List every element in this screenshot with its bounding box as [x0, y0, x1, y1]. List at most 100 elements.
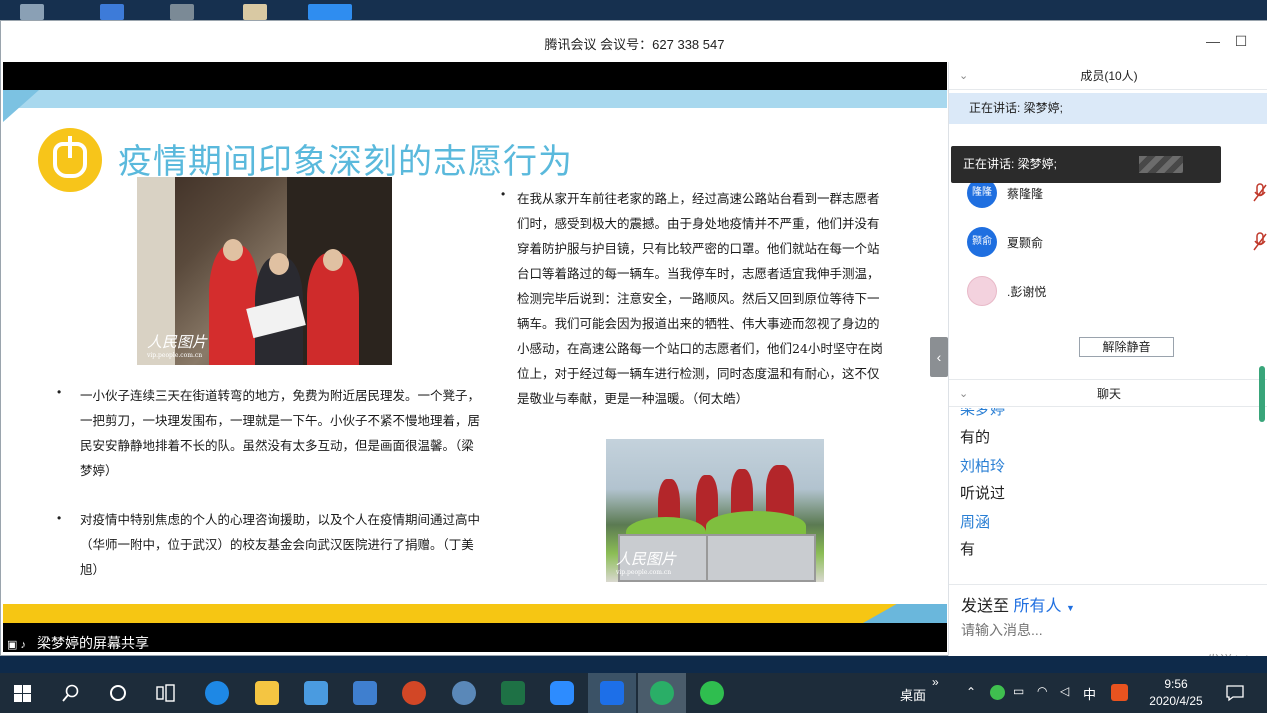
maximize-button[interactable]: ☐ [1231, 31, 1251, 51]
desktop-background [0, 0, 1267, 20]
person-head [223, 239, 243, 261]
chat-header-label: 聊天 [1096, 387, 1121, 401]
chat-sender: 刘柏玲 [960, 458, 1006, 475]
zoom-icon[interactable] [550, 681, 574, 705]
member-name: 夏颢俞 [1007, 236, 1044, 250]
volume-icon[interactable]: ◁ [1060, 684, 1069, 698]
shared-screen: 疫情期间印象深刻的志愿行为 人民图片 vip.people.com.cn • 在我… [3, 62, 947, 652]
send-to-label: 发送至 [961, 598, 1010, 615]
chat-message: 听说过 [960, 485, 1006, 502]
title-bar: 腾讯会议 会议号：627 338 547 — ☐ [1, 21, 1267, 62]
chevron-up-icon[interactable]: ⌃ [966, 685, 976, 699]
person-head [269, 253, 289, 275]
bullet-glyph: • [57, 385, 62, 399]
app-icon[interactable] [353, 681, 377, 705]
side-panel: ⌄ 成员(10人) 正在讲话: 梁梦婷; 隆隆 蔡隆隆 颢俞 夏颢俞 .彭谢悦 … [948, 62, 1267, 668]
right-paragraph: 在我从家开车前往老家的路上，经过高速公路站台看到一群志愿者们时，感受到极大的震撼… [517, 191, 883, 406]
cortana-icon[interactable] [109, 684, 127, 702]
speaking-tooltip: 正在讲话: 梁梦婷; [951, 146, 1221, 183]
left-paragraph-1: 一小伙子连续三天在街道转弯的地方，免费为附近居民理发。一个凳子，一把剪刀，一块理… [80, 388, 481, 478]
chat-scrollbar[interactable] [1259, 366, 1265, 422]
wifi-icon[interactable]: ◠ [1037, 684, 1047, 698]
members-header[interactable]: ⌄ 成员(10人) [949, 62, 1267, 90]
message-input[interactable] [961, 619, 1251, 641]
system-clock[interactable]: 9:56 2020/4/25 [1140, 676, 1212, 710]
lungs-icon [38, 128, 102, 192]
task-view-icon[interactable] [156, 684, 176, 702]
person-figure [209, 245, 259, 365]
chat-message: 有 [960, 541, 976, 558]
photo-watermark: 人民图片 vip.people.com.cn [147, 333, 208, 359]
left-paragraph-2: 对疫情中特别焦虑的个人的心理咨询援助，以及个人在疫情期间通过高中（华师一附中，位… [80, 512, 481, 577]
chevron-down-icon[interactable]: ⌄ [959, 380, 968, 408]
desktop-icon[interactable] [243, 4, 267, 20]
chat-sender: 周涵 [960, 514, 991, 531]
photo-watermark: 人民图片 vip.people.com.cn [616, 550, 677, 576]
volunteers-photo: 人民图片 vip.people.com.cn [137, 177, 392, 365]
search-icon[interactable] [62, 684, 80, 702]
mic-off-icon[interactable] [1253, 183, 1267, 203]
person-head [323, 249, 343, 271]
redaction-mark [1139, 156, 1183, 173]
network-app-icon[interactable] [452, 681, 476, 705]
chat-message: 有的 [960, 429, 991, 446]
collapse-panel-button[interactable]: ‹ [930, 337, 948, 377]
speaking-indicator: 正在讲话: 梁梦婷; [949, 93, 1267, 124]
battery-icon[interactable]: ▭ [1013, 684, 1024, 698]
desktop-icon[interactable] [170, 4, 194, 20]
excel-icon[interactable] [501, 681, 525, 705]
unmute-button[interactable]: 解除静音 [1079, 337, 1174, 357]
members-header-label: 成员(10人) [1080, 69, 1138, 83]
caret-down-icon[interactable]: ▼ [1066, 603, 1075, 613]
wechat-icon[interactable] [650, 681, 674, 705]
avatar [967, 276, 997, 306]
sogou-input-icon[interactable] [1111, 684, 1128, 701]
greenhouse-photo: 人民图片 vip.people.com.cn [606, 439, 824, 582]
chat-messages: 梁梦婷 有的 刘柏玲 听说过 周涵 有 [949, 408, 1249, 588]
clock-date: 2020/4/25 [1149, 694, 1203, 708]
powerpoint-icon[interactable] [402, 681, 426, 705]
desktop-toolbar-label[interactable]: 桌面 [900, 685, 926, 704]
member-row[interactable]: 颢俞 夏颢俞 [949, 220, 1267, 264]
store-icon[interactable] [304, 681, 328, 705]
divider [949, 584, 1267, 585]
crate [706, 534, 816, 582]
slide-top-band [3, 90, 947, 108]
clock-time: 9:56 [1164, 677, 1188, 691]
tooltip-text: 正在讲话: 梁梦婷; [963, 157, 1058, 171]
desktop-background [0, 656, 1267, 673]
chat-sender: 梁梦婷 [960, 408, 1006, 418]
windows-start-icon[interactable] [14, 685, 31, 702]
desktop-icon[interactable] [308, 4, 352, 20]
tencent-meeting-icon[interactable] [600, 681, 624, 705]
file-explorer-icon[interactable] [255, 681, 279, 705]
slide: 疫情期间印象深刻的志愿行为 人民图片 vip.people.com.cn • 在我… [3, 90, 947, 623]
mic-off-icon[interactable] [1253, 232, 1267, 252]
window-title: 腾讯会议 会议号：627 338 547 [544, 37, 725, 52]
health-app-icon[interactable] [700, 681, 724, 705]
member-name: 蔡隆隆 [1007, 187, 1044, 201]
desktop-icon[interactable] [100, 4, 124, 20]
tray-app-icon[interactable] [990, 685, 1005, 700]
share-status-label: 梁梦婷的屏幕共享 [37, 635, 149, 651]
bullet-glyph: • [501, 187, 506, 201]
taskbar: 桌面 » ⌃ ▭ ◠ ◁ 中 9:56 2020/4/25 [0, 673, 1267, 713]
minimize-button[interactable]: — [1203, 31, 1223, 51]
edge-browser-icon[interactable] [205, 681, 229, 705]
desktop-icon[interactable] [20, 4, 44, 20]
share-status-bar: ▣ ♪ 梁梦婷的屏幕共享 [3, 634, 947, 652]
avatar: 颢俞 [967, 227, 997, 257]
chevron-down-icon[interactable]: ⌄ [959, 62, 968, 90]
slide-bottom-band [3, 604, 947, 623]
ime-indicator[interactable]: 中 [1083, 684, 1096, 703]
toolbar-chevron-icon[interactable]: » [932, 675, 939, 689]
member-row[interactable]: .彭谢悦 [949, 269, 1267, 313]
notification-icon[interactable] [1226, 684, 1244, 702]
bullet-glyph: • [57, 511, 62, 525]
meeting-window: 腾讯会议 会议号：627 338 547 — ☐ 疫情期间印象深刻的志愿行为 人… [0, 20, 1267, 668]
slide-title: 疫情期间印象深刻的志愿行为 [118, 142, 573, 182]
send-to-selector[interactable]: 发送至 所有人 ▼ [961, 592, 1075, 616]
chat-header[interactable]: ⌄ 聊天 [949, 379, 1267, 407]
send-to-target[interactable]: 所有人 [1013, 598, 1061, 615]
screen-share-icon: ▣ ♪ [7, 639, 26, 651]
